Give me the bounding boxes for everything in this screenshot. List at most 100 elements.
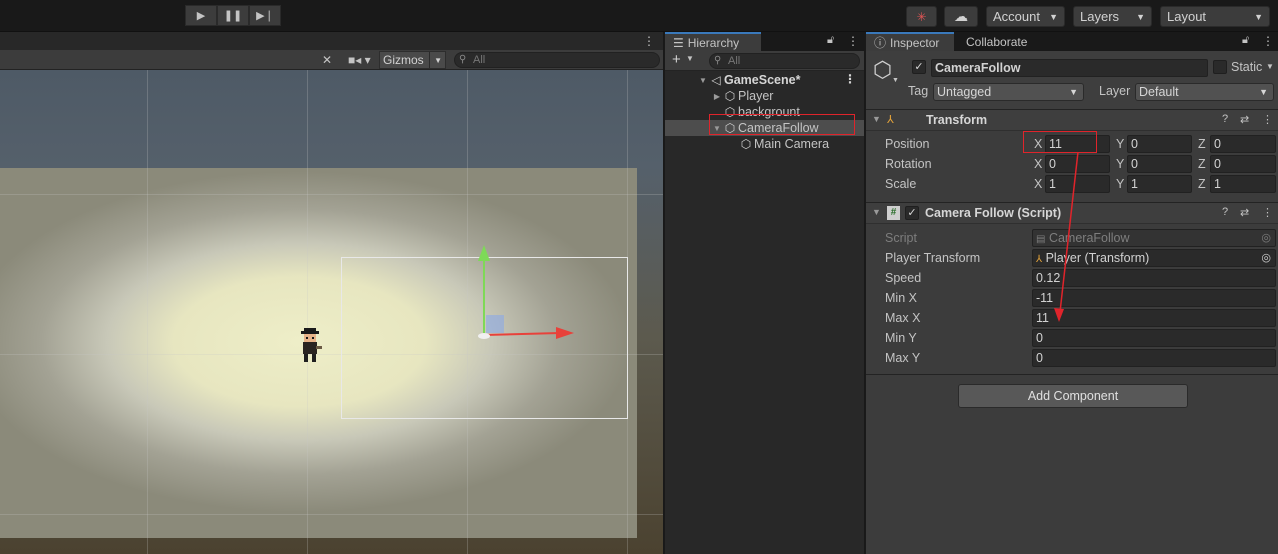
object-name-field[interactable]: CameraFollow bbox=[931, 59, 1208, 77]
axis-z-label[interactable]: Z bbox=[1198, 137, 1206, 151]
gizmo-center[interactable] bbox=[478, 333, 490, 339]
scene-search-input[interactable]: ⚲ All bbox=[454, 52, 660, 68]
scale-z-field[interactable]: 1 bbox=[1210, 175, 1276, 193]
more-options-icon[interactable]: ⋮ bbox=[643, 34, 655, 48]
static-checkbox[interactable] bbox=[1213, 60, 1227, 74]
tools-icon[interactable]: ✕ bbox=[322, 51, 332, 69]
step-button[interactable]: ▶❘ bbox=[249, 5, 281, 26]
tab-inspector[interactable]: ⓘ Inspector bbox=[866, 32, 954, 51]
search-icon: ⚲ bbox=[714, 55, 722, 66]
account-label: Account bbox=[993, 9, 1040, 24]
transform-header[interactable]: ▼ ⅄ Transform ? ⇄ ⋮ bbox=[866, 109, 1278, 131]
chevron-down-icon[interactable]: ▼ bbox=[686, 54, 694, 63]
camera-follow-header[interactable]: ▼ # ✓ Camera Follow (Script) ? ⇄ ⋮ bbox=[866, 202, 1278, 224]
script-file-icon: ▤ bbox=[1036, 234, 1046, 245]
transform-icon: ⅄ bbox=[1036, 254, 1043, 265]
lock-icon[interactable]: 🔓︎ bbox=[827, 34, 834, 47]
max-y-field[interactable]: 0 bbox=[1032, 349, 1276, 367]
cloud-button[interactable]: ☁ bbox=[944, 6, 978, 27]
gizmos-button[interactable]: Gizmos ▼ bbox=[379, 51, 446, 69]
hierarchy-panel: ☰ Hierarchy 🔓︎ ⋮ + ▼ ⚲ All ▼ ◁ GameScene… bbox=[664, 32, 864, 554]
min-x-field[interactable]: -11 bbox=[1032, 289, 1276, 307]
position-y-field[interactable]: 0 bbox=[1127, 135, 1192, 153]
gizmo-plane-handle[interactable] bbox=[486, 315, 504, 333]
presets-icon[interactable]: ⇄ bbox=[1240, 206, 1249, 219]
help-icon[interactable]: ? bbox=[1222, 206, 1228, 218]
step-icon: ▶❘ bbox=[256, 10, 274, 22]
gizmo-x-axis[interactable] bbox=[483, 332, 561, 336]
axis-y-label[interactable]: Y bbox=[1116, 157, 1124, 171]
annotation-highlight-box bbox=[1023, 131, 1097, 153]
gizmo-x-arrow[interactable] bbox=[556, 327, 574, 339]
rotation-z-field[interactable]: 0 bbox=[1210, 155, 1276, 173]
axis-y-label[interactable]: Y bbox=[1116, 177, 1124, 191]
tag-label: Tag bbox=[908, 84, 929, 98]
annotation-highlight-box bbox=[709, 114, 855, 135]
max-x-field[interactable]: 11 bbox=[1032, 309, 1276, 327]
tab-hierarchy[interactable]: ☰ Hierarchy bbox=[665, 32, 761, 51]
camera-follow-title: Camera Follow (Script) bbox=[925, 206, 1062, 220]
hierarchy-search-placeholder: All bbox=[728, 55, 741, 67]
gameobject-cube-icon: ⬡ bbox=[724, 89, 736, 103]
account-dropdown[interactable]: Account ▼ bbox=[986, 6, 1065, 27]
services-button[interactable]: ✳ bbox=[906, 6, 937, 27]
scale-y-field[interactable]: 1 bbox=[1127, 175, 1192, 193]
more-options-icon[interactable]: ⋮ bbox=[1262, 34, 1274, 48]
active-checkbox[interactable]: ✓ bbox=[912, 60, 926, 74]
tag-dropdown[interactable]: Untagged ▼ bbox=[933, 83, 1084, 101]
more-options-icon[interactable]: ⋮ bbox=[847, 34, 859, 48]
chevron-down-icon[interactable]: ▼ bbox=[698, 76, 708, 85]
divider bbox=[866, 374, 1278, 375]
chevron-down-icon[interactable]: ▼ bbox=[434, 56, 442, 65]
axis-z-label[interactable]: Z bbox=[1198, 177, 1206, 191]
pause-button[interactable]: ❚❚ bbox=[217, 5, 249, 26]
add-icon[interactable]: + bbox=[672, 51, 681, 68]
list-item[interactable]: ▶ ⬡ Player bbox=[665, 88, 864, 104]
component-enabled-checkbox[interactable]: ✓ bbox=[905, 206, 919, 220]
chevron-down-icon[interactable]: ▼ bbox=[872, 114, 881, 124]
rotation-label: Rotation bbox=[885, 157, 932, 171]
play-button[interactable]: ▶ bbox=[185, 5, 217, 26]
hierarchy-search-input[interactable]: ⚲ All bbox=[709, 53, 860, 69]
move-gizmo[interactable] bbox=[474, 245, 584, 345]
gizmo-y-arrow[interactable] bbox=[478, 245, 490, 261]
more-options-icon[interactable]: ⋮ bbox=[1262, 206, 1273, 219]
tab-collaborate[interactable]: Collaborate bbox=[958, 32, 1035, 51]
more-options-icon[interactable]: ⋮ bbox=[844, 72, 856, 86]
chevron-down-icon: ▼ bbox=[1136, 11, 1145, 22]
chevron-down-icon[interactable]: ▼ bbox=[892, 77, 899, 84]
chevron-down-icon[interactable]: ▼ bbox=[872, 207, 881, 217]
position-z-field[interactable]: 0 bbox=[1210, 135, 1276, 153]
add-component-button[interactable]: Add Component bbox=[958, 384, 1188, 408]
more-options-icon[interactable]: ⋮ bbox=[1262, 113, 1273, 126]
script-icon: # bbox=[887, 206, 900, 220]
scale-x-field[interactable]: 1 bbox=[1045, 175, 1110, 193]
axis-x-label[interactable]: X bbox=[1034, 177, 1042, 191]
scene-canvas[interactable] bbox=[0, 70, 663, 554]
axis-x-label[interactable]: X bbox=[1034, 157, 1042, 171]
axis-y-label[interactable]: Y bbox=[1116, 137, 1124, 151]
layers-label: Layers bbox=[1080, 9, 1120, 24]
min-y-field[interactable]: 0 bbox=[1032, 329, 1276, 347]
player-transform-field[interactable]: ⅄ Player (Transform) ◎ bbox=[1032, 249, 1276, 267]
speed-field[interactable]: 0.12 bbox=[1032, 269, 1276, 287]
list-item[interactable]: ⬡ Main Camera bbox=[665, 136, 864, 152]
rotation-y-field[interactable]: 0 bbox=[1127, 155, 1192, 173]
layers-dropdown[interactable]: Layers ▼ bbox=[1073, 6, 1152, 27]
presets-icon[interactable]: ⇄ bbox=[1240, 113, 1249, 126]
rotation-x-field[interactable]: 0 bbox=[1045, 155, 1110, 173]
layout-dropdown[interactable]: Layout ▼ bbox=[1160, 6, 1270, 27]
tag-value: Untagged bbox=[937, 85, 992, 99]
chevron-right-icon[interactable]: ▶ bbox=[712, 92, 722, 101]
object-picker-icon[interactable]: ◎ bbox=[1261, 250, 1271, 266]
axis-z-label[interactable]: Z bbox=[1198, 157, 1206, 171]
min-x-label: Min X bbox=[885, 291, 917, 305]
camera-icon[interactable]: ■◂ ▾ bbox=[348, 51, 371, 69]
player-sprite[interactable] bbox=[297, 328, 323, 364]
help-icon[interactable]: ? bbox=[1222, 113, 1228, 125]
transform-icon: ⅄ bbox=[887, 114, 894, 126]
layer-dropdown[interactable]: Default ▼ bbox=[1135, 83, 1274, 101]
list-item[interactable]: ▼ ◁ GameScene* ⋮ bbox=[665, 72, 864, 88]
chevron-down-icon[interactable]: ▼ bbox=[1266, 62, 1274, 71]
lock-icon[interactable]: 🔓︎ bbox=[1242, 34, 1249, 47]
